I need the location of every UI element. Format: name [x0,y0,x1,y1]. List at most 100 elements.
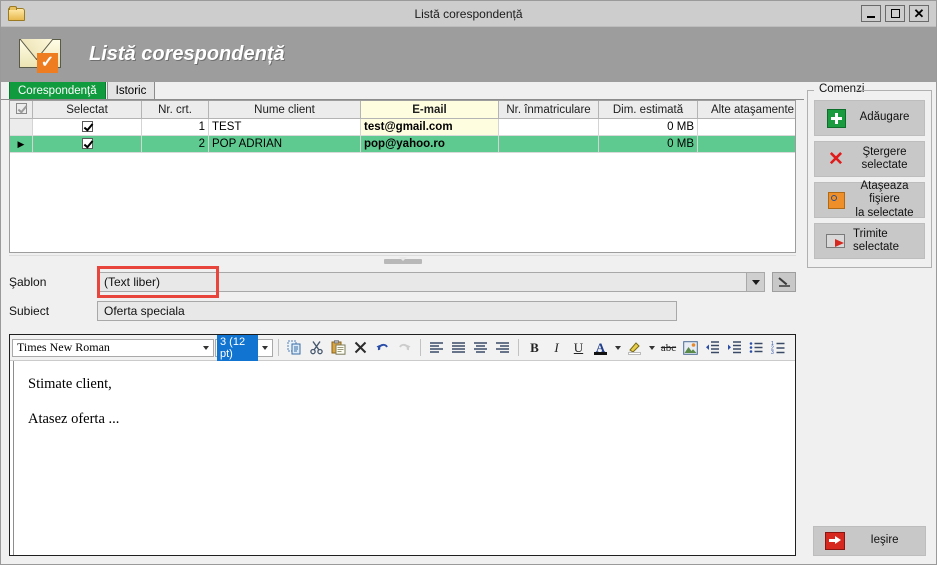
exit-door-icon [822,532,848,550]
subiect-value: Oferta speciala [104,304,185,318]
row-nr-inmatriculare [498,135,599,153]
highlight-color-dropdown-icon[interactable] [646,337,657,358]
sablon-combobox[interactable]: (Text liber) [97,272,765,292]
table-row[interactable]: ▶ 2 POP ADRIAN pop@yahoo.ro 0 MB ✕ [10,135,795,153]
delete-icon[interactable] [350,337,371,358]
send-selected-label: Trimite selectate [853,227,900,253]
row-checkbox-icon[interactable] [81,137,93,149]
row-checkbox-icon[interactable] [81,120,93,132]
undo-icon[interactable] [372,337,393,358]
italic-icon[interactable]: I [546,337,567,358]
font-size-combobox[interactable]: 3 (12 pt) [215,334,273,361]
bold-icon[interactable]: B [524,337,545,358]
underline-icon[interactable]: U [568,337,589,358]
font-color-swatch [594,352,607,355]
splitter-handle[interactable] [9,255,796,266]
header-nr-inmatriculare[interactable]: Nr. înmatriculare [498,101,599,119]
highlight-color-icon[interactable] [624,337,645,358]
send-selected-button[interactable]: Trimite selectate [814,223,925,259]
toolbar-separator [420,339,421,356]
chevron-down-icon[interactable] [199,340,213,356]
font-color-icon[interactable]: A [590,337,611,358]
row-nr-crt: 2 [141,135,209,153]
delete-selected-label: Ştergere selectate [861,145,908,171]
increase-indent-icon[interactable] [724,337,745,358]
toolbar-separator [278,339,279,356]
rich-text-editor: Times New Roman 3 (12 pt) B I U A abc 1 … [9,334,796,556]
add-button[interactable]: Adăugare [814,100,925,136]
tab-istoric[interactable]: Istoric [106,81,156,99]
delete-x-icon: ✕ [828,148,844,170]
header-dim-estimata[interactable]: Dim. estimată [598,101,698,119]
header-nr-crt[interactable]: Nr. crt. [141,101,209,119]
minimize-button[interactable] [861,5,881,22]
close-button[interactable]: ✕ [909,5,929,22]
grid-header-row: Selectat Nr. crt. Nume client E-mail Nr.… [10,101,795,119]
strikethrough-icon[interactable]: abc [658,337,679,358]
header-selectat[interactable]: Selectat [32,101,142,119]
align-right-icon[interactable] [492,337,513,358]
subiect-input[interactable]: Oferta speciala [97,301,677,321]
chevron-down-icon[interactable] [258,340,272,356]
cut-icon[interactable] [306,337,327,358]
paste-icon[interactable] [328,337,349,358]
add-plus-icon [823,108,849,128]
row-email: pop@yahoo.ro [360,135,499,153]
svg-text:3: 3 [771,350,774,355]
numbered-list-icon[interactable]: 123 [768,337,789,358]
edit-template-button[interactable] [772,272,796,292]
font-family-combobox[interactable]: Times New Roman [12,338,214,357]
subiect-label: Subiect [9,304,50,318]
delete-selected-button[interactable]: ✕ Ştergere selectate [814,141,925,177]
window-controls: ✕ [861,5,936,22]
exit-button[interactable]: Ieşire [813,526,926,556]
row-alte-atasamente [697,118,795,136]
row-nr-inmatriculare [498,118,599,136]
editor-line-1: Stimate client, [28,376,112,392]
window-body: Corespondenţă Istoric Selectat Nr. crt. … [1,81,936,564]
header-nume-client[interactable]: Nume client [208,101,361,119]
row-indicator: ▶ [10,135,33,153]
redo-icon[interactable] [394,337,415,358]
header-select-all[interactable] [10,101,33,119]
maximize-button[interactable] [885,5,905,22]
exit-area: Ieşire [807,526,932,564]
page-title: Listă corespondență [89,43,285,65]
bullet-list-icon[interactable] [746,337,767,358]
decrease-indent-icon[interactable] [702,337,723,358]
table-row[interactable]: 1 TEST test@gmail.com 0 MB ✕ [10,118,795,136]
sablon-label: Şablon [9,275,47,289]
font-color-dropdown-icon[interactable] [612,337,623,358]
align-justify-icon[interactable] [448,337,469,358]
subiect-row: Subiect Oferta speciala [9,301,796,321]
copy-icon[interactable] [284,337,305,358]
row-selected-cell[interactable] [32,118,142,136]
highlight-color-swatch [628,352,641,355]
row-selected-cell[interactable] [32,135,142,153]
add-button-label: Adăugare [859,111,910,124]
editor-body[interactable]: Stimate client, Atasez oferta ... [14,361,795,555]
main-content: Corespondenţă Istoric Selectat Nr. crt. … [1,81,804,564]
header-email[interactable]: E-mail [360,101,499,119]
attach-files-button[interactable]: Ataşeaza fişiere la selectate [814,180,925,219]
sablon-value: (Text liber) [104,275,161,289]
window-title: Listă corespondență [414,6,523,21]
row-alte-atasamente [697,135,795,153]
row-dim-estimata: 0 MB [598,135,698,153]
chevron-down-icon[interactable] [746,273,764,291]
toolbar-separator [518,339,519,356]
application-window: Listă corespondență ✕ ✓ Listă coresponde… [0,0,937,565]
editor-page[interactable]: Stimate client, Atasez oferta ... [10,361,795,555]
attach-files-label: Ataşeaza fişiere la selectate [855,180,914,219]
message-fields: Şablon (Text liber) Subiect Oferta speci… [1,266,804,334]
row-indicator [10,118,33,136]
tab-corespondenta[interactable]: Corespondenţă [9,81,106,99]
align-left-icon[interactable] [426,337,447,358]
font-size-value: 3 (12 pt) [217,334,258,361]
insert-image-icon[interactable] [680,337,701,358]
select-all-checkbox-icon[interactable] [15,103,27,114]
header-alte-atasamente[interactable]: Alte ataşamente [697,101,795,119]
commands-panel: Comenzi Adăugare ✕ Ştergere selectate At… [804,82,936,564]
align-center-icon[interactable] [470,337,491,358]
exit-button-label: Ieşire [870,534,899,547]
